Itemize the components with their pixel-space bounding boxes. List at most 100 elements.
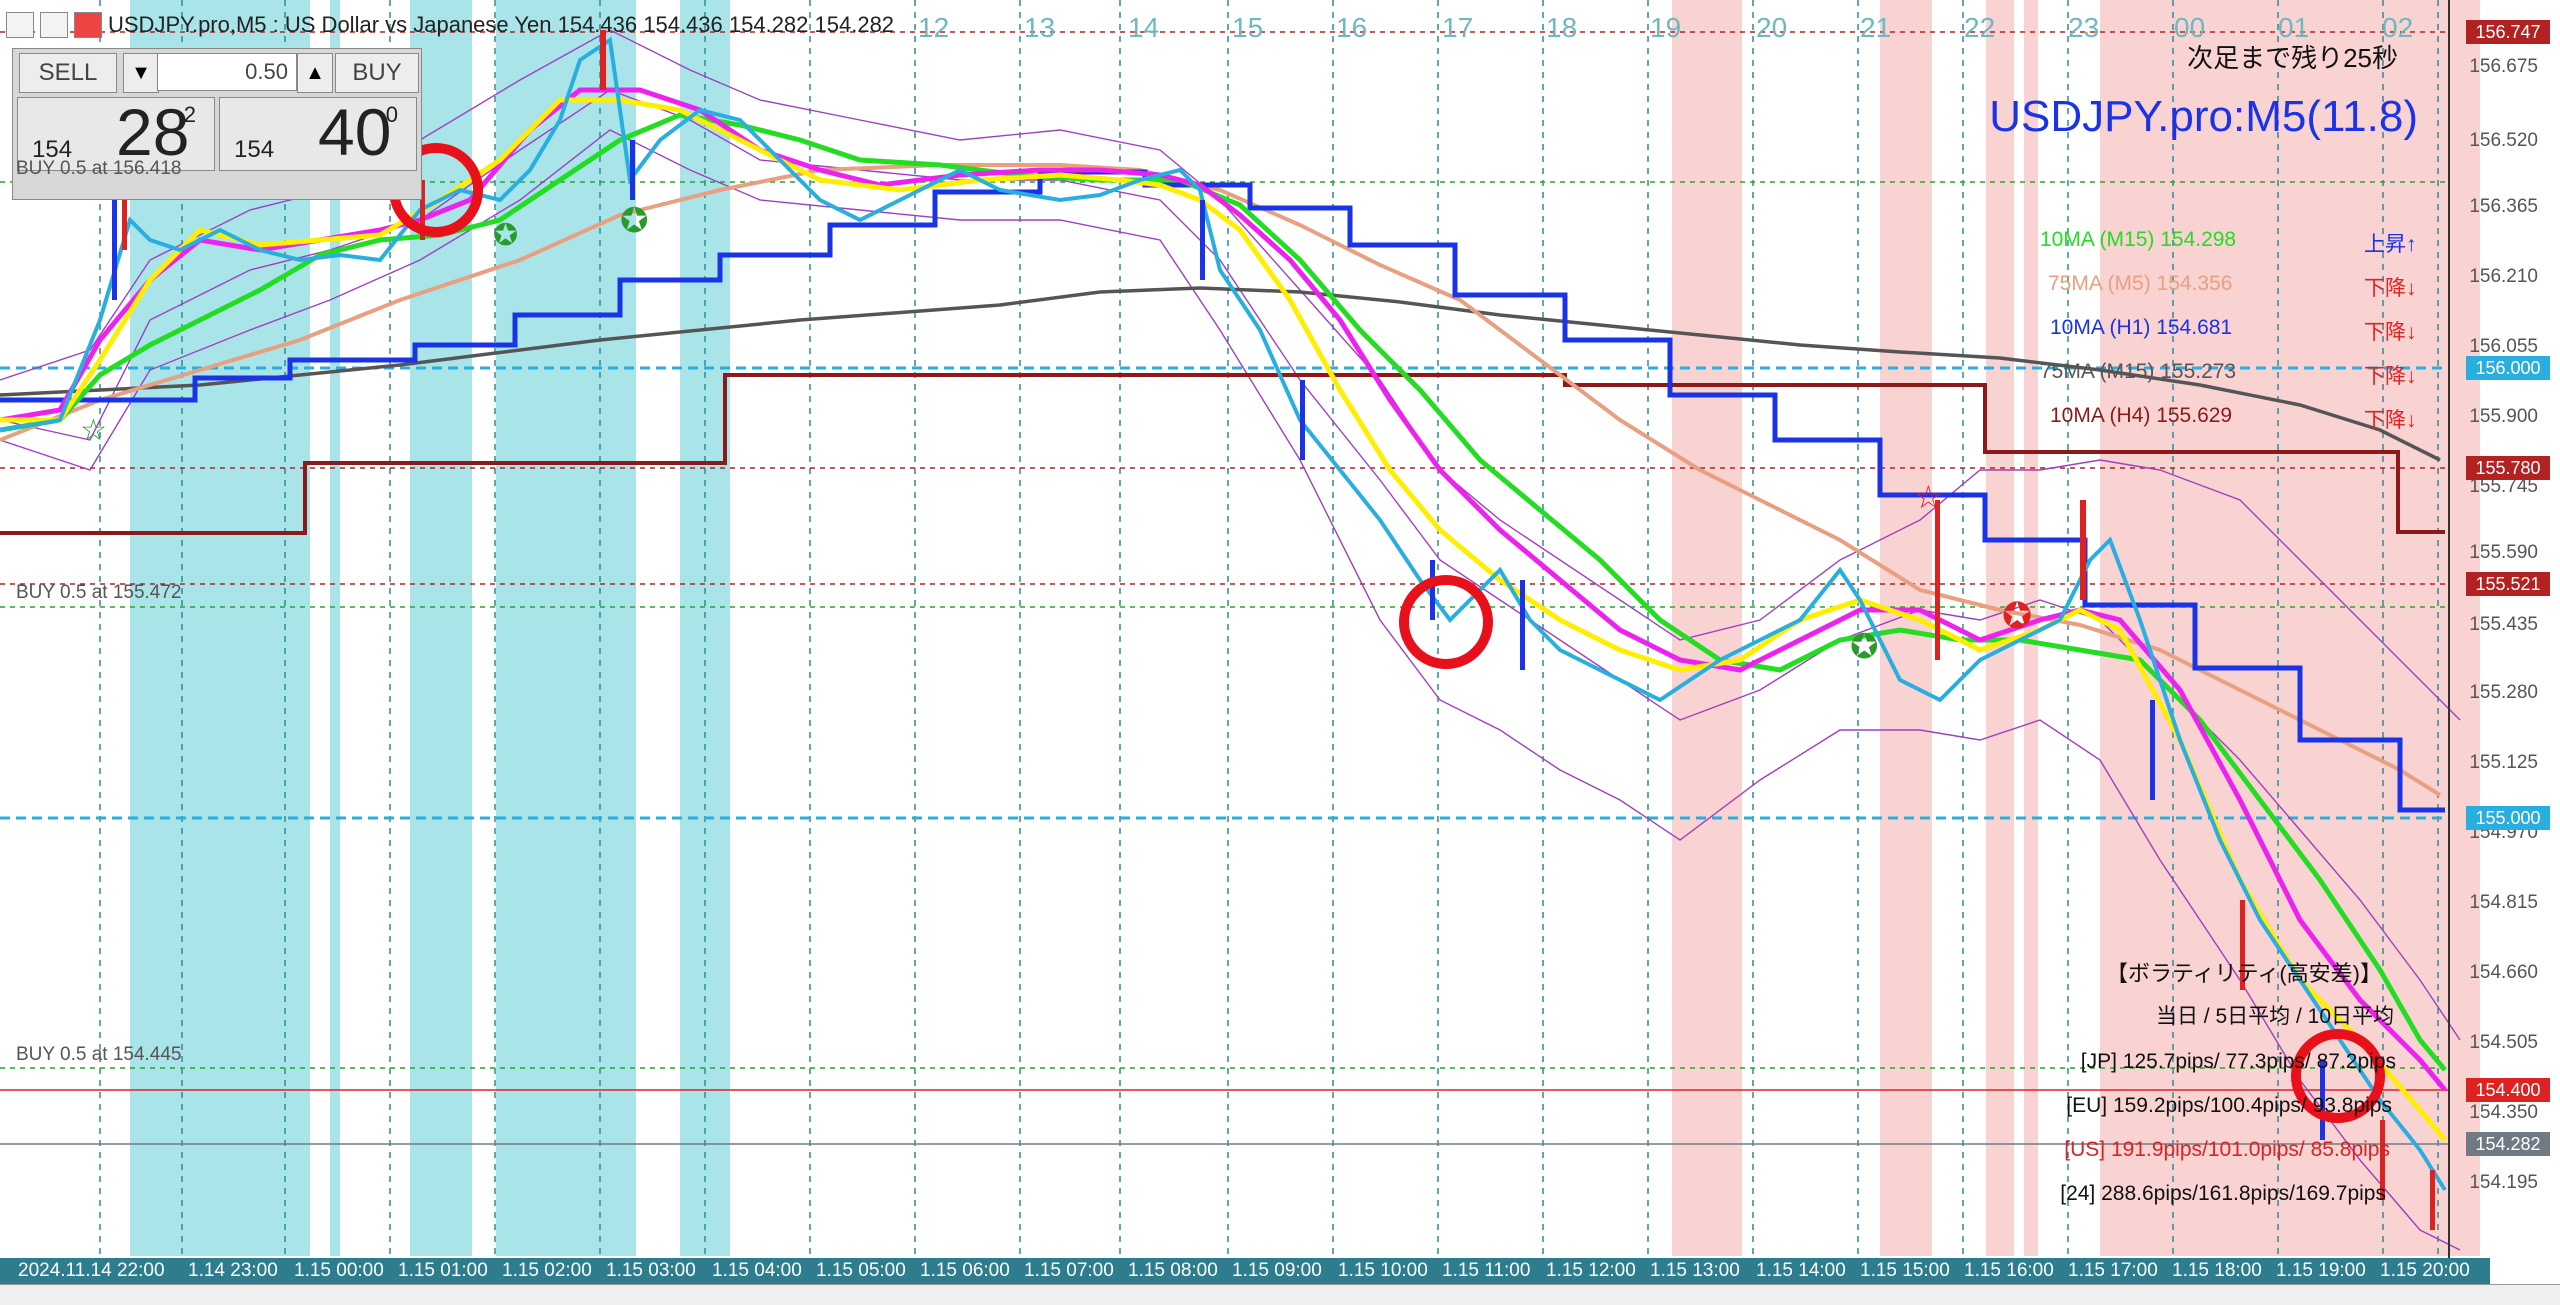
date-label: 14 — [1128, 12, 1160, 43]
date-label: 22 — [1964, 12, 1996, 43]
price-tick: 154.350 — [2469, 1102, 2538, 1123]
ma-legend-label: 10MA (H1) 154.681 — [2050, 316, 2233, 339]
price-tick: 156.210 — [2469, 266, 2538, 287]
date-label: 21 — [1860, 12, 1892, 43]
buy-price[interactable]: 154 40 0 — [219, 95, 417, 171]
price-tick: 155.125 — [2469, 752, 2538, 773]
buy-order-label[interactable]: BUY 0.5 at 156.418 — [16, 158, 182, 180]
price-axis[interactable]: 156.675 156.520 156.365 156.210 156.055 … — [2448, 0, 2560, 1304]
price-tick: 156.055 — [2469, 336, 2538, 357]
time-label: 1.15 12:00 — [1546, 1260, 1636, 1281]
buy-order-label[interactable]: BUY 0.5 at 154.445 — [16, 1044, 182, 1066]
buy-price-fraction: 0 — [385, 102, 398, 127]
status-strip — [0, 1284, 2560, 1305]
ma-h1-line — [0, 169, 2445, 813]
buy-price-main: 40 — [318, 95, 392, 169]
menu-icon[interactable] — [6, 12, 34, 38]
lot-increase-button[interactable]: ▲ — [297, 53, 333, 93]
date-label: 19 — [1650, 12, 1682, 43]
date-label: 12 — [918, 12, 950, 43]
chart-window: ☆ ✪ ✪ ✪ ☆ ✪ USDJPY.pro,M5 : US Dollar vs… — [0, 0, 2560, 1305]
price-tick: 155.900 — [2469, 406, 2538, 427]
svg-text:☆: ☆ — [1914, 478, 1943, 516]
price-tick: 154.505 — [2469, 1032, 2538, 1053]
time-label: 1.15 09:00 — [1232, 1260, 1322, 1281]
price-tick: 154.195 — [2469, 1172, 2538, 1193]
price-tick: 154.660 — [2469, 962, 2538, 983]
svg-text:✪: ✪ — [620, 201, 649, 241]
volatility-row-us: [US] 191.9pips/101.0pips/ 85.8pips — [2064, 1138, 2390, 1161]
symbol-title: USDJPY.pro:M5(11.8) — [1989, 92, 2418, 141]
price-tick: 155.435 — [2469, 614, 2538, 635]
close-chart-icon[interactable] — [74, 12, 102, 38]
volatility-title: 【ボラティリティ(高安差)】 — [2105, 961, 2382, 986]
volatility-subtitle: 当日 / 5日平均 / 10日平均 — [2155, 1005, 2394, 1028]
volatility-row-24h: [24] 288.6pips/161.8pips/169.7pips — [2060, 1182, 2386, 1205]
ma-legend-trend: 下降↓ — [2364, 277, 2417, 300]
price-tick: 156.365 — [2469, 196, 2538, 217]
ma-legend-trend: 下降↓ — [2364, 365, 2417, 388]
ma-legend-trend: 下降↓ — [2364, 409, 2417, 432]
price-tag: 155.000 — [2466, 806, 2550, 830]
ma-h4-line — [0, 373, 2445, 535]
price-tick: 154.815 — [2469, 892, 2538, 913]
lot-decrease-button[interactable]: ▼ — [123, 53, 159, 93]
time-label: 1.15 14:00 — [1756, 1260, 1846, 1281]
date-label: 15 — [1232, 12, 1264, 43]
price-tag: 154.282 — [2466, 1132, 2550, 1156]
buy-button[interactable]: BUY — [335, 53, 419, 93]
price-tag: 154.400 — [2466, 1078, 2550, 1102]
time-label: 1.15 17:00 — [2068, 1260, 2158, 1281]
sell-price-fraction: 2 — [183, 102, 196, 127]
time-label: 1.15 13:00 — [1650, 1260, 1740, 1281]
time-label: 1.15 04:00 — [712, 1260, 802, 1281]
ma-cyan-line — [0, 36, 2447, 1192]
svg-text:✪: ✪ — [2002, 596, 2032, 637]
price-tag: 155.521 — [2466, 572, 2550, 596]
chart-title: USDJPY.pro,M5 : US Dollar vs Japanese Ye… — [108, 12, 895, 37]
ma-yellow-line — [0, 97, 2447, 1142]
time-label: 1.15 06:00 — [920, 1260, 1010, 1281]
price-tag: 156.747 — [2466, 20, 2550, 44]
price-tick: 156.520 — [2469, 130, 2538, 151]
time-label: 1.15 08:00 — [1128, 1260, 1218, 1281]
time-label: 1.15 20:00 — [2380, 1260, 2470, 1281]
date-label: 20 — [1756, 12, 1788, 43]
svg-text:✪: ✪ — [493, 218, 518, 253]
lot-size-input[interactable]: 0.50 — [157, 53, 297, 91]
ma-legend-label: 10MA (M15) 154.298 — [2040, 228, 2237, 251]
date-label: 16 — [1336, 12, 1368, 43]
date-label: 13 — [1024, 12, 1056, 43]
price-tag: 156.000 — [2466, 356, 2550, 380]
ma-legend-label: 75MA (M15) 155.273 — [2040, 360, 2237, 383]
ma-legend-label: 10MA (H4) 155.629 — [2050, 404, 2233, 427]
bar-countdown: 次足まで残り25秒 — [2187, 43, 2398, 73]
chart-title-bar: USDJPY.pro,M5 : US Dollar vs Japanese Ye… — [6, 10, 894, 40]
time-label: 1.15 05:00 — [816, 1260, 906, 1281]
date-label: 17 — [1442, 12, 1474, 43]
buy-price-prefix: 154 — [234, 136, 275, 163]
date-label: 23 — [2068, 12, 2100, 43]
price-tick: 155.280 — [2469, 682, 2538, 703]
time-label: 1.15 11:00 — [1442, 1260, 1531, 1281]
volatility-row-jp: [JP] 125.7pips/ 77.3pips/ 87.2pips — [2080, 1050, 2396, 1073]
ma-legend-trend: 上昇↑ — [2364, 233, 2417, 256]
time-label: 1.14 23:00 — [188, 1260, 278, 1281]
time-label: 1.15 07:00 — [1024, 1260, 1114, 1281]
price-tick: 156.675 — [2469, 56, 2538, 77]
time-label: 1.15 01:00 — [398, 1260, 488, 1281]
ma-legend-trend: 下降↓ — [2364, 321, 2417, 344]
price-tag: 155.780 — [2466, 456, 2550, 480]
sell-button[interactable]: SELL — [19, 53, 117, 93]
svg-text:☆: ☆ — [80, 413, 107, 448]
chart-properties-icon[interactable] — [40, 12, 68, 38]
time-label: 1.15 10:00 — [1338, 1260, 1428, 1281]
svg-text:✪: ✪ — [1850, 627, 1879, 667]
time-label: 1.15 02:00 — [502, 1260, 592, 1281]
time-label: 1.15 03:00 — [606, 1260, 696, 1281]
time-label: 1.15 15:00 — [1860, 1260, 1950, 1281]
ma-legend-label: 75MA (M5) 154.356 — [2048, 272, 2233, 295]
price-tick: 155.590 — [2469, 542, 2538, 563]
buy-order-label[interactable]: BUY 0.5 at 155.472 — [16, 582, 182, 604]
volatility-row-eu: [EU] 159.2pips/100.4pips/ 93.8pips — [2066, 1094, 2392, 1117]
